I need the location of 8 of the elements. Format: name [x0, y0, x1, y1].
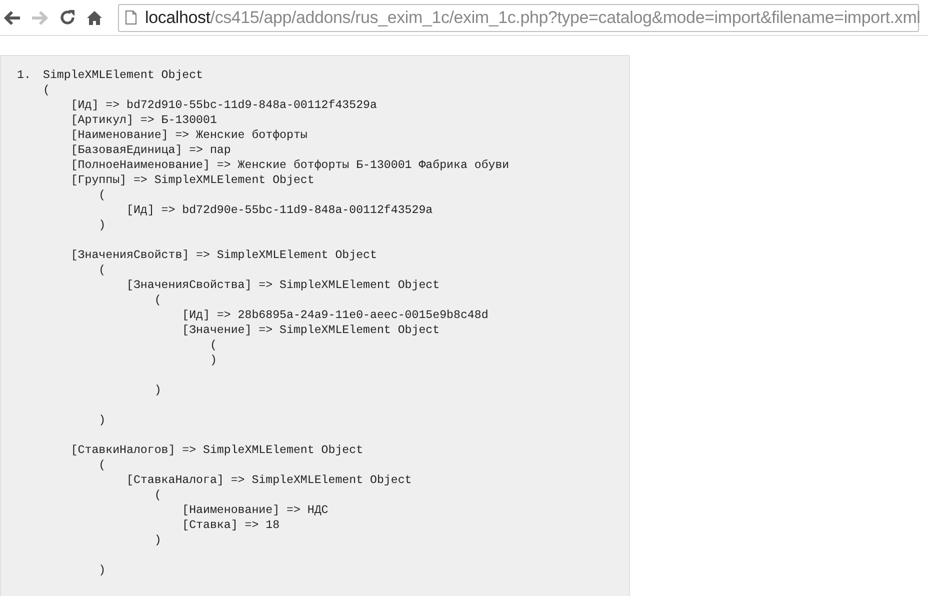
reload-icon[interactable]	[59, 9, 76, 26]
list-number: 1.	[17, 68, 32, 83]
address-bar[interactable]: localhost/cs415/app/addons/rus_exim_1c/exim_1c.php?type=catalog&mode=import&filename=import.xml	[118, 4, 919, 32]
back-arrow-icon[interactable]	[3, 10, 21, 26]
print-r-output: SimpleXMLElement Object ( [Ид] => bd72d910-55bc-11d9-848a-00112f43529a [Артикул] => Б-130001 [Наименование] => Женские ботфорты [БазоваяЕдиница] => пар [ПолноеНаименование] => Женские ботфорты Б-130001 Фабрика обуви [Группы] => SimpleXMLElement Object ( [Ид] => bd72d90e-55bc-11d9-848a-00112f43529a ) [ЗначенияСвойств] => SimpleXMLElement Object ( [ЗначенияСвойства] => SimpleXMLElement Object ( [Ид] => 28b6895a-24a9-11e0-aeec-0015e9b8c48d [Значение] => SimpleXMLElement Object ( ) ) ) [СтавкиНалогов] => SimpleXMLElement Object ( [СтавкаНалога] => SimpleXMLElement Object ( [Наименование] => НДС [Ставка] => 18 ) )	[43, 68, 510, 578]
home-icon[interactable]	[86, 10, 103, 26]
page-icon	[125, 10, 137, 25]
url-text: localhost/cs415/app/addons/rus_exim_1c/exim_1c.php?type=catalog&mode=import&filename=import.xml	[145, 6, 920, 29]
